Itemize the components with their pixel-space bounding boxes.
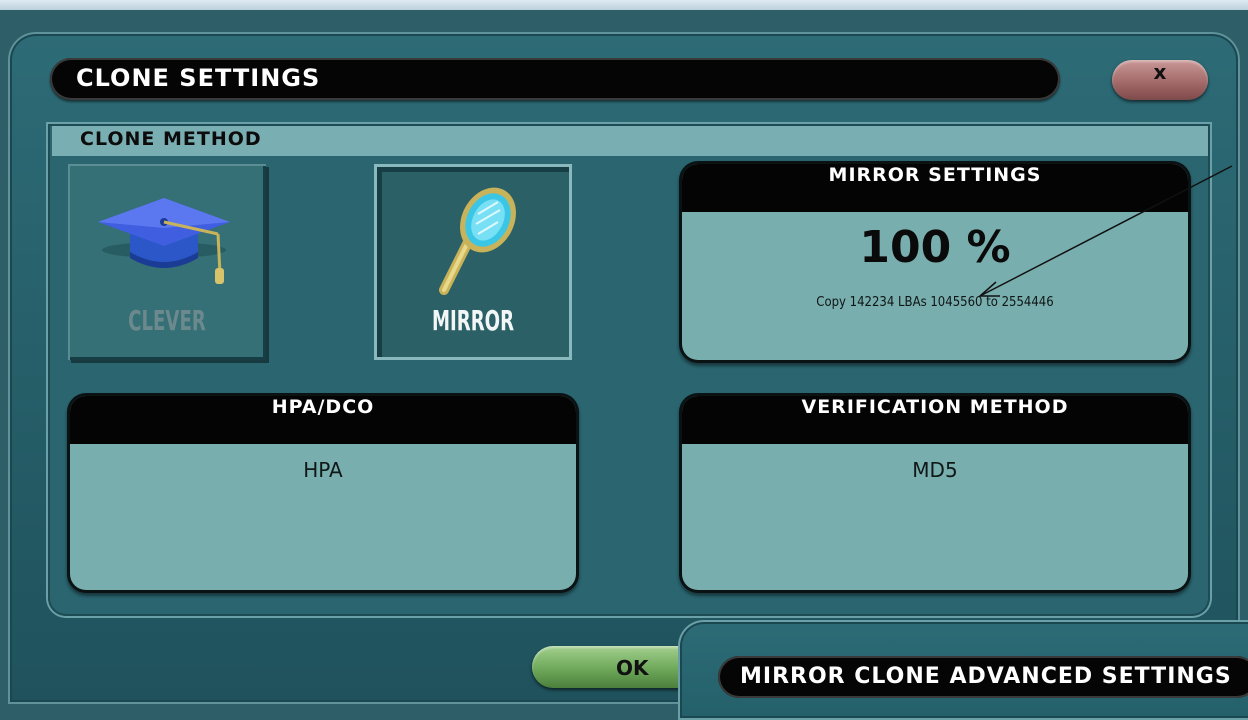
- clever-label: CLEVER: [128, 304, 206, 337]
- title-bar: CLONE SETTINGS: [50, 58, 1060, 100]
- mirror-settings-card[interactable]: MIRROR SETTINGS 100 % Copy 142234 LBAs 1…: [682, 164, 1188, 360]
- verification-method-header: VERIFICATION METHOD: [682, 396, 1188, 444]
- close-button[interactable]: x: [1112, 60, 1208, 100]
- verification-method-card[interactable]: VERIFICATION METHOD MD5: [682, 396, 1188, 590]
- mirror-label: MIRROR: [431, 304, 515, 337]
- advanced-window-title: MIRROR CLONE ADVANCED SETTINGS: [740, 664, 1232, 689]
- mirror-percent: 100 %: [859, 222, 1011, 273]
- window-title: CLONE SETTINGS: [76, 64, 321, 92]
- hpa-dco-card[interactable]: HPA/DCO HPA: [70, 396, 576, 590]
- mirror-copy-text: Copy 142234 LBAs 1045560 to 2554446: [816, 295, 1054, 310]
- advanced-title-bar: MIRROR CLONE ADVANCED SETTINGS: [718, 656, 1248, 698]
- hpa-dco-value: HPA: [303, 458, 343, 482]
- top-strip: [0, 0, 1248, 10]
- mirror-method-button[interactable]: MIRROR: [374, 164, 572, 360]
- clever-method-button[interactable]: CLEVER: [68, 164, 266, 360]
- verification-method-value: MD5: [912, 458, 958, 482]
- mirror-settings-header: MIRROR SETTINGS: [682, 164, 1188, 212]
- hpa-dco-header: HPA/DCO: [70, 396, 576, 444]
- clone-method-label: CLONE METHOD: [80, 128, 262, 150]
